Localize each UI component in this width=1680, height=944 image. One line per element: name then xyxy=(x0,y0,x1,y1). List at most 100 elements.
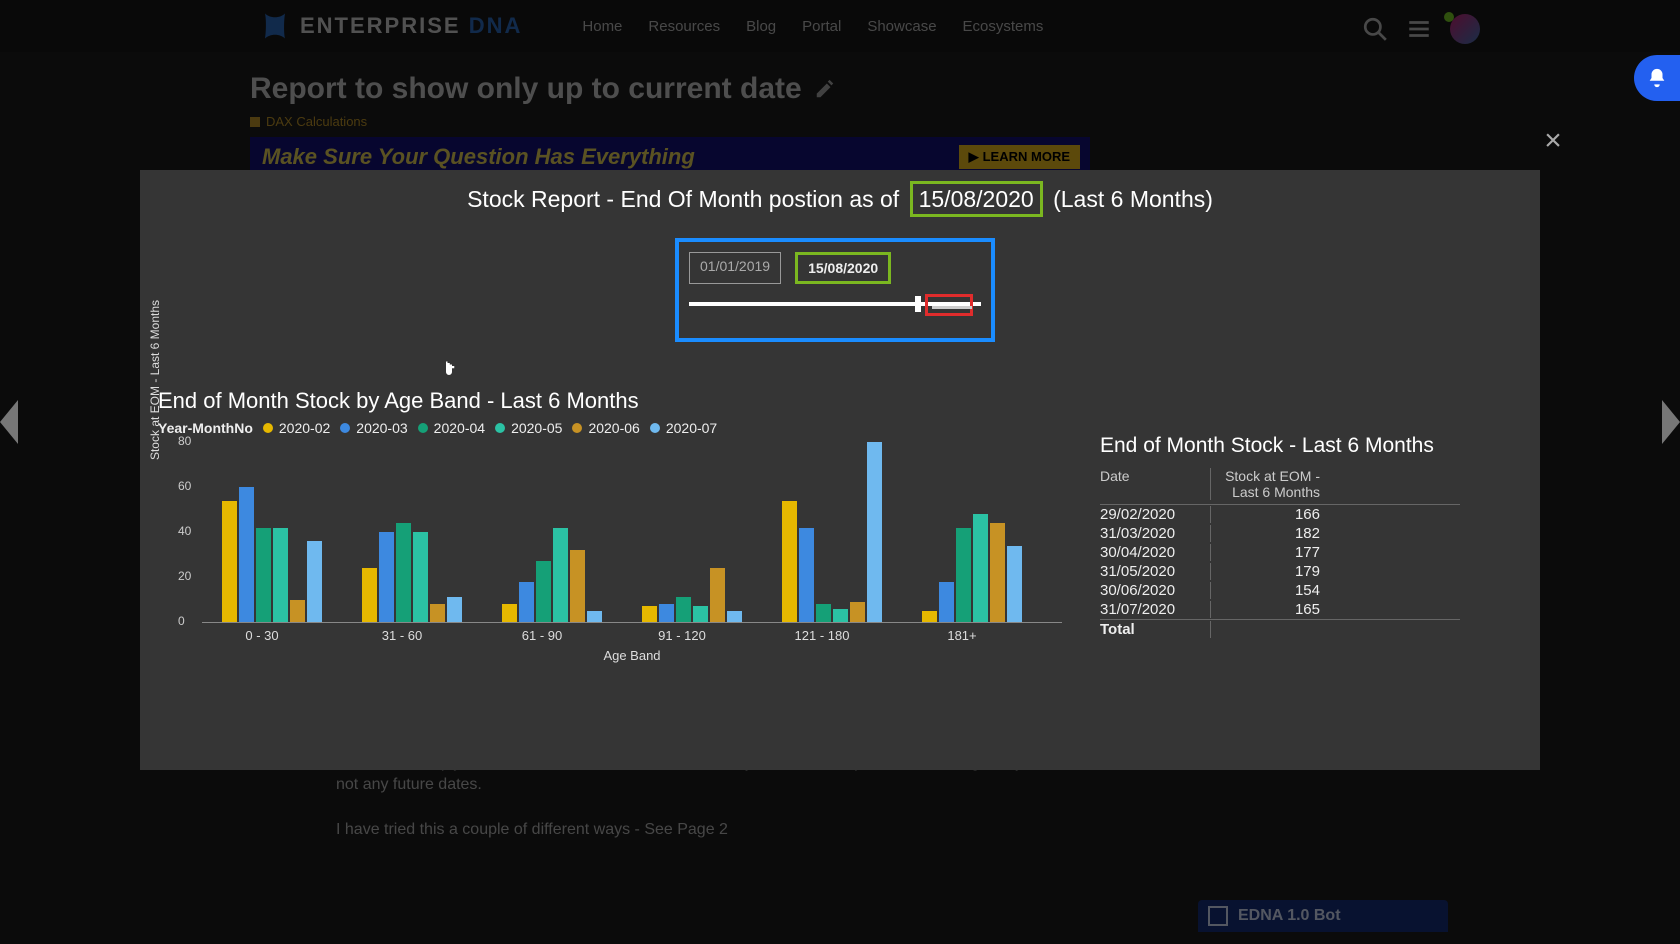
chart-section: End of Month Stock by Age Band - Last 6 … xyxy=(158,388,1098,652)
table-cell-value: 166 xyxy=(1210,506,1340,523)
bar[interactable] xyxy=(362,568,377,622)
bar[interactable] xyxy=(939,582,954,623)
lightbox: × Stock Report - End Of Month postion as… xyxy=(140,170,1540,770)
close-icon[interactable]: × xyxy=(1536,124,1570,158)
x-axis-line xyxy=(202,622,1062,623)
bar[interactable] xyxy=(222,501,237,623)
table-row: 29/02/2020166 xyxy=(1100,505,1460,524)
lightbox-next-arrow[interactable] xyxy=(1662,400,1680,444)
bar[interactable] xyxy=(642,606,657,622)
table-cell-value: 179 xyxy=(1210,563,1340,580)
bar[interactable] xyxy=(396,523,411,622)
table-row: 31/07/2020165 xyxy=(1100,600,1460,619)
x-tick: 31 - 60 xyxy=(332,628,472,643)
bar[interactable] xyxy=(519,582,534,623)
bar-group xyxy=(782,442,882,622)
bar[interactable] xyxy=(447,597,462,622)
bar-group xyxy=(922,514,1022,622)
bar[interactable] xyxy=(990,523,1005,622)
x-tick: 181+ xyxy=(892,628,1032,643)
bar[interactable] xyxy=(553,528,568,623)
bar[interactable] xyxy=(379,532,394,622)
slicer-start-date[interactable]: 01/01/2019 xyxy=(689,252,781,284)
y-tick: 40 xyxy=(178,524,191,538)
table-cell-date: 31/07/2020 xyxy=(1100,601,1210,618)
legend-item[interactable]: 2020-06 xyxy=(572,420,639,436)
bar[interactable] xyxy=(922,611,937,622)
bar[interactable] xyxy=(430,604,445,622)
x-tick: 0 - 30 xyxy=(192,628,332,643)
bar[interactable] xyxy=(693,606,708,622)
bar[interactable] xyxy=(973,514,988,622)
slicer-track[interactable] xyxy=(689,302,981,306)
bar[interactable] xyxy=(502,604,517,622)
x-tick: 121 - 180 xyxy=(752,628,892,643)
cursor-pointer-icon xyxy=(440,358,458,380)
table-cell-value: 154 xyxy=(1210,582,1340,599)
y-tick: 0 xyxy=(178,614,185,628)
bar[interactable] xyxy=(587,611,602,622)
legend-item[interactable]: 2020-03 xyxy=(340,420,407,436)
table-row: 31/05/2020179 xyxy=(1100,562,1460,581)
table-header-value: Stock at EOM - Last 6 Months xyxy=(1210,468,1340,500)
table-cell-date: 30/06/2020 xyxy=(1100,582,1210,599)
notification-button[interactable] xyxy=(1634,55,1680,101)
bar[interactable] xyxy=(710,568,725,622)
date-slicer[interactable]: 01/01/2019 15/08/2020 xyxy=(675,238,995,342)
bell-icon xyxy=(1646,67,1668,89)
y-axis-title: Stock at EOM - Last 6 Months xyxy=(148,290,162,470)
table-cell-value: 182 xyxy=(1210,525,1340,542)
bar[interactable] xyxy=(867,442,882,622)
legend-item[interactable]: 2020-07 xyxy=(650,420,717,436)
bar[interactable] xyxy=(290,600,305,623)
bar[interactable] xyxy=(239,487,254,622)
x-axis-title: Age Band xyxy=(202,648,1062,663)
y-tick: 60 xyxy=(178,479,191,493)
bar-group xyxy=(642,568,742,622)
bar-group xyxy=(502,528,602,623)
bar[interactable] xyxy=(833,609,848,623)
bar[interactable] xyxy=(799,528,814,623)
table-section: End of Month Stock - Last 6 Months Date … xyxy=(1100,434,1460,639)
table-cell-date: 29/02/2020 xyxy=(1100,506,1210,523)
lightbox-prev-arrow[interactable] xyxy=(0,400,18,444)
table-cell-value: 165 xyxy=(1210,601,1340,618)
table-cell-date: 31/03/2020 xyxy=(1100,525,1210,542)
bar[interactable] xyxy=(256,528,271,623)
chart-legend: Year-MonthNo 2020-02 2020-03 2020-04 202… xyxy=(158,420,1098,436)
table-cell-value: 177 xyxy=(1210,544,1340,561)
slicer-end-date[interactable]: 15/08/2020 xyxy=(795,252,891,284)
table-row: 30/06/2020154 xyxy=(1100,581,1460,600)
bar[interactable] xyxy=(307,541,322,622)
bar[interactable] xyxy=(850,602,865,622)
bar[interactable] xyxy=(782,501,797,623)
legend-item[interactable]: 2020-04 xyxy=(418,420,485,436)
bar[interactable] xyxy=(570,550,585,622)
bar[interactable] xyxy=(1007,546,1022,623)
table-cell-date: 30/04/2020 xyxy=(1100,544,1210,561)
table-row: 31/03/2020182 xyxy=(1100,524,1460,543)
chart-area: Stock at EOM - Last 6 Months 0 - 3031 - … xyxy=(158,442,1078,652)
bar[interactable] xyxy=(413,532,428,622)
chart-plot: 0 - 3031 - 6061 - 9091 - 120121 - 180181… xyxy=(202,442,1062,622)
title-date-highlight: 15/08/2020 xyxy=(910,181,1043,217)
x-tick: 91 - 120 xyxy=(612,628,752,643)
bar[interactable] xyxy=(956,528,971,623)
bar[interactable] xyxy=(676,597,691,622)
legend-item[interactable]: 2020-05 xyxy=(495,420,562,436)
table-cell-date: 31/05/2020 xyxy=(1100,563,1210,580)
y-tick: 80 xyxy=(178,434,191,448)
table-header-date: Date xyxy=(1100,468,1210,500)
report-title: Stock Report - End Of Month postion as o… xyxy=(140,186,1540,213)
bar[interactable] xyxy=(659,604,674,622)
legend-item[interactable]: 2020-02 xyxy=(263,420,330,436)
bar[interactable] xyxy=(536,561,551,622)
bar[interactable] xyxy=(273,528,288,623)
bar[interactable] xyxy=(816,604,831,622)
x-tick: 61 - 90 xyxy=(472,628,612,643)
slicer-handle[interactable] xyxy=(915,296,921,312)
bar[interactable] xyxy=(727,611,742,622)
y-tick: 20 xyxy=(178,569,191,583)
table-title: End of Month Stock - Last 6 Months xyxy=(1100,434,1460,458)
bar-group xyxy=(362,523,462,622)
